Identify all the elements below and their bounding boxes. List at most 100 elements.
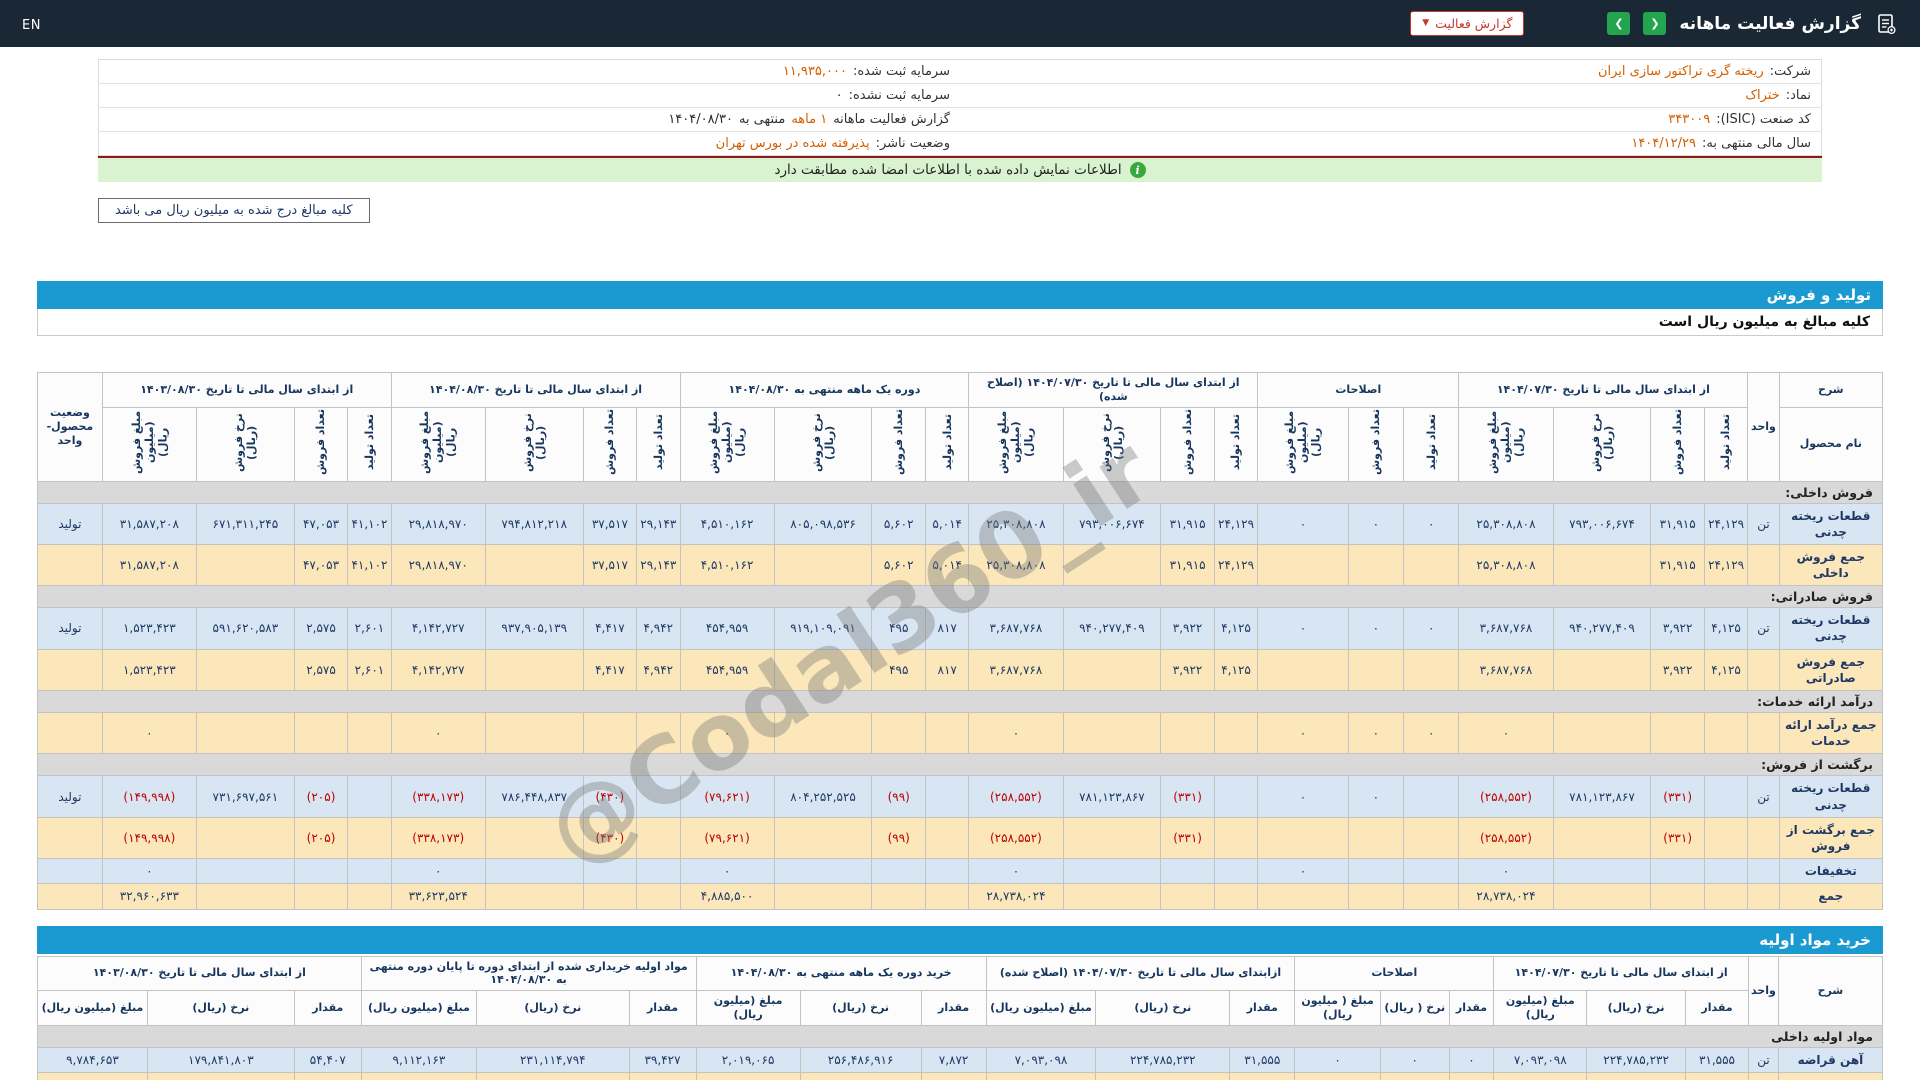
value-cell: ۳۱,۵۸۷,۲۰۸ — [101, 502, 197, 545]
value-cell — [1062, 711, 1162, 755]
value-cell: ۲۲۴,۷۸۵,۲۳۲ — [1586, 1046, 1686, 1073]
value-cell: ۲,۰۱۹,۰۶۵ — [695, 1046, 801, 1073]
value-cell: ۴۷,۰۵۳ — [293, 543, 349, 587]
value-cell: (۲۵۸,۵۵۲) — [968, 816, 1064, 860]
column-header: تعداد فروش — [1650, 406, 1705, 482]
row-label: آهن قراضه — [1777, 1046, 1884, 1073]
column-group-header: ازابتدای سال مالی تا تاریخ ۱۴۰۴/۰۷/۳۰ (ا… — [985, 955, 1296, 991]
value-cell — [1160, 883, 1215, 910]
info-value: ۱۴۰۴/۱۲/۲۹ — [1631, 136, 1696, 151]
row-label: قطعات ریخته چدنی — [1778, 502, 1884, 545]
value-cell — [1062, 816, 1162, 860]
column-header: مبلغ فروش (میلیون ریال) — [1458, 406, 1554, 482]
row-label: جمع برگشت از فروش — [1778, 816, 1884, 860]
row-label: جمع — [1778, 883, 1884, 910]
value-cell: ۲,۸۳۵,۰۸۱ — [985, 1071, 1097, 1080]
value-cell: ۷۸۲,۰۶۲ — [695, 1071, 801, 1080]
column-group-header: مواد اولیه خریداری شده از ابتدای دوره تا… — [360, 955, 697, 991]
column-header: نرخ فروش (ریال) — [1552, 406, 1652, 482]
production-table-wrap: شرح واحد از ابتدای سال مالی تا تاریخ ۱۴۰۴/… — [37, 372, 1884, 910]
report-type-label: گزارش فعالیت — [1435, 16, 1513, 31]
value-cell: ۲۴,۱۲۹ — [1703, 543, 1749, 587]
value-cell — [195, 883, 295, 910]
value-cell — [1552, 816, 1652, 860]
column-header: مبلغ فروش (میلیون ریال) — [968, 406, 1064, 482]
section-row: مواد اولیه داخلی — [37, 1024, 1883, 1048]
value-cell: ۲۳۱,۱۱۴,۷۹۴ — [476, 1046, 630, 1073]
section-label: مواد اولیه داخلی — [37, 1024, 1883, 1048]
value-cell — [1213, 816, 1259, 860]
column-header: نرخ فروش (ریال) — [773, 406, 873, 482]
column-header: تعداد فروش — [1160, 406, 1215, 482]
report-type-dropd own-button[interactable]: گزارش فعالیت ▼ — [1410, 11, 1525, 36]
value-cell: ۰ — [1403, 711, 1460, 755]
unit-cell — [1747, 711, 1780, 755]
codal-monthly-report-page: گزارش فعالیت ماهانه ❮ ❯ گزارش فعالیت ▼ E… — [0, 0, 1920, 1080]
value-cell — [484, 711, 584, 755]
column-group-header: از ابتدای سال مالی تا تاریخ ۱۴۰۳/۰۸/۳۰ — [37, 955, 362, 991]
value-cell: ۰ — [390, 858, 486, 885]
value-cell: ۷۸۱,۱۲۳,۸۶۷ — [1552, 775, 1652, 818]
status-cell — [37, 883, 103, 910]
value-cell: ۱,۲۰۵,۷۱۴,۳۳۳,۳۳۳ — [476, 1071, 630, 1080]
value-cell — [484, 816, 584, 860]
row-label: جمع فروش داخلی — [1778, 543, 1884, 587]
value-cell: (۱۴۹,۹۹۸) — [101, 816, 197, 860]
value-cell — [1552, 858, 1652, 885]
value-cell: ۵۹۱,۶۲۰,۵۸۳ — [195, 607, 295, 650]
value-cell: ۲۴,۱۲۹ — [1703, 502, 1749, 545]
value-cell: ۲۹,۱۴۳ — [636, 502, 681, 545]
value-cell — [293, 858, 349, 885]
amounts-note-text: کلیه مبالغ درج شده به میلیون ریال می باش… — [115, 203, 353, 218]
value-cell: (۴۳۰) — [582, 775, 638, 818]
value-cell: ۳۲,۹۶۰,۶۳۳ — [101, 883, 197, 910]
value-cell — [1062, 648, 1162, 692]
value-cell: (۲۵۸,۵۵۲) — [1458, 816, 1554, 860]
value-cell — [1650, 858, 1705, 885]
unit-cell — [1747, 648, 1780, 692]
value-cell — [347, 883, 392, 910]
unit-cell — [1747, 883, 1780, 910]
column-group-header: از ابتدای سال مالی تا تاریخ ۱۴۰۴/۰۷/۳۰ (… — [968, 372, 1259, 408]
column-header: مقدار — [1229, 990, 1296, 1026]
value-cell: ۰ — [1257, 502, 1349, 545]
value-cell: ۵,۶۰۲ — [871, 502, 926, 545]
value-cell: ۰ — [1403, 607, 1460, 650]
language-toggle[interactable]: EN — [22, 18, 41, 33]
value-cell: ۰ — [1294, 1046, 1381, 1073]
value-cell: ۰ — [1257, 775, 1349, 818]
value-cell — [347, 711, 392, 755]
value-cell: ۲۲۴,۷۸۵,۲۳۲ — [1095, 1046, 1231, 1073]
value-cell — [293, 883, 349, 910]
next-period-button[interactable]: ❯ — [1607, 12, 1631, 35]
row-label: قطعات ریخته چدنی — [1778, 607, 1884, 650]
value-cell — [636, 883, 681, 910]
value-cell: ۷۸۶,۴۴۸,۸۳۷ — [484, 775, 584, 818]
value-cell — [484, 883, 584, 910]
value-cell — [636, 816, 681, 860]
value-cell: ۲,۶۰۱ — [347, 607, 392, 650]
value-cell: ۱ — [920, 1071, 987, 1080]
prev-period-button[interactable]: ❮ — [1643, 12, 1667, 35]
value-cell — [924, 858, 970, 885]
production-desc-header: شرح — [1778, 372, 1884, 408]
value-cell: ۷۳۱,۶۹۷,۵۶۱ — [195, 775, 295, 818]
value-cell: ۷۸۲,۰۶۲,۰۰۰,۰۰۰ — [799, 1071, 922, 1080]
value-cell: (۲۰۵) — [293, 775, 349, 818]
value-cell — [636, 858, 681, 885]
value-cell: ۲ — [1229, 1071, 1296, 1080]
value-cell: ۴,۵۱۰,۱۶۲ — [679, 543, 775, 587]
value-cell — [1347, 858, 1405, 885]
column-header: مبلغ فروش (میلیون ریال) — [679, 406, 775, 482]
production-product-header: نام محصول — [1778, 406, 1884, 482]
column-header: تعداد تولید — [636, 406, 681, 482]
signed-info-banner: i اطلاعات نمایش داده شده با اطلاعات امضا… — [98, 158, 1822, 182]
value-cell: ۲۴,۱۲۹ — [1213, 543, 1259, 587]
value-cell: ۳۷,۵۱۷ — [582, 502, 638, 545]
value-cell: ۲۵۶,۴۸۶,۹۱۶ — [799, 1046, 922, 1073]
value-cell: ۳۱,۹۱۵ — [1160, 502, 1215, 545]
value-cell — [1703, 816, 1749, 860]
column-header: تعداد تولید — [1703, 406, 1749, 482]
value-cell: ۰ — [1403, 502, 1460, 545]
column-header: تعداد تولید — [1403, 406, 1460, 482]
